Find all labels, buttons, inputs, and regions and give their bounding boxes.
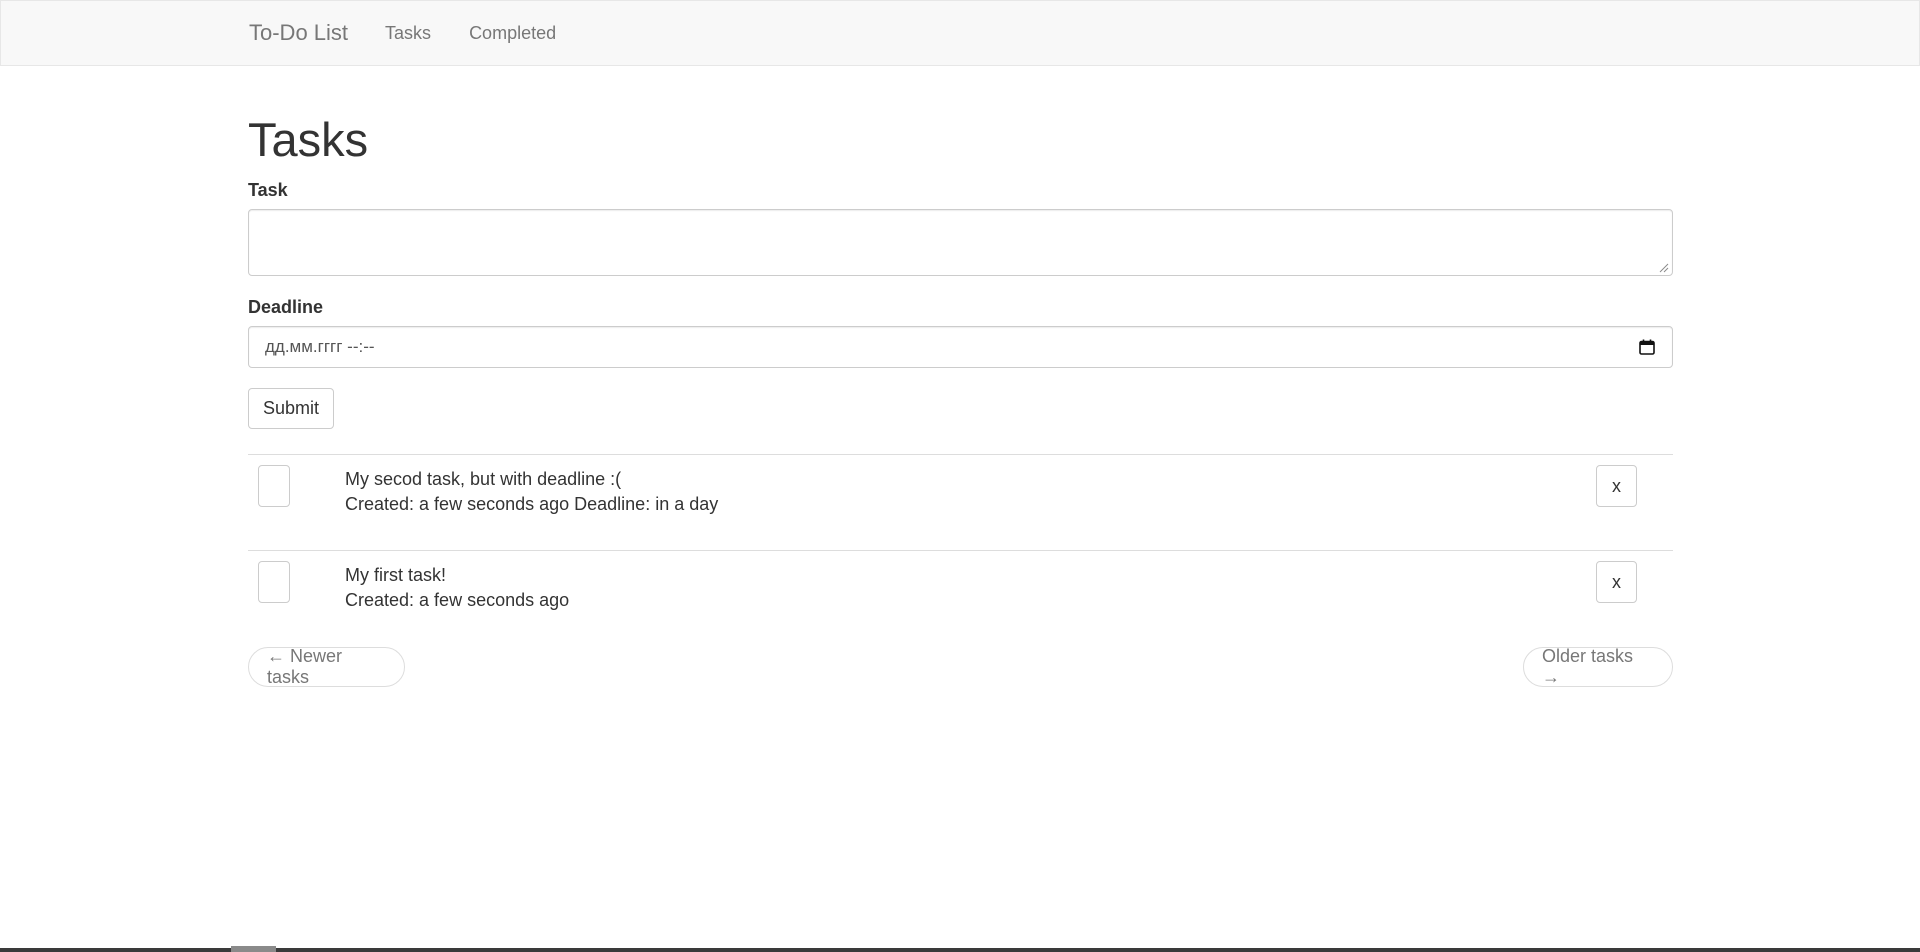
task-title: My first task! [345, 565, 447, 585]
page-title: Tasks [248, 113, 369, 166]
task-text: My secod task, but with deadline :( Crea… [345, 467, 718, 517]
deadline-placeholder: дд.мм.гггг --:-- [265, 337, 375, 356]
task-textarea-wrap [248, 209, 1673, 276]
task-meta: Created: a few seconds ago Deadline: in … [345, 494, 719, 514]
delete-task-button[interactable]: x [1596, 465, 1637, 507]
window-bottom-edge [0, 948, 1920, 952]
nav-link-tasks[interactable]: Tasks [385, 23, 431, 44]
calendar-icon[interactable] [1638, 338, 1656, 356]
task-label: Task [248, 180, 288, 200]
older-tasks-link[interactable]: Older tasks → [1523, 646, 1673, 687]
submit-button[interactable]: Submit [248, 388, 334, 429]
task-meta: Created: a few seconds ago [345, 590, 570, 610]
task-complete-checkbox[interactable] [258, 465, 290, 507]
task-title: My secod task, but with deadline :( [345, 469, 622, 489]
task-row: My first task! Created: a few seconds ag… [248, 550, 1673, 646]
task-row: My secod task, but with deadline :( Crea… [248, 454, 1673, 550]
task-list: My secod task, but with deadline :( Crea… [248, 454, 1673, 646]
scroll-indicator [231, 946, 276, 952]
deadline-input[interactable]: дд.мм.гггг --:-- [248, 326, 1673, 368]
task-textarea[interactable] [248, 209, 1673, 276]
navbar-brand[interactable]: To-Do List [249, 20, 348, 46]
nav-link-completed[interactable]: Completed [469, 23, 556, 44]
delete-task-button[interactable]: x [1596, 561, 1637, 603]
navbar-inner: To-Do List Tasks Completed [249, 1, 594, 65]
task-text: My first task! Created: a few seconds ag… [345, 563, 569, 613]
newer-tasks-link[interactable]: ← Newer tasks [248, 646, 405, 687]
navbar: To-Do List Tasks Completed [0, 0, 1920, 66]
deadline-label: Deadline [248, 297, 324, 317]
task-complete-checkbox[interactable] [258, 561, 290, 603]
